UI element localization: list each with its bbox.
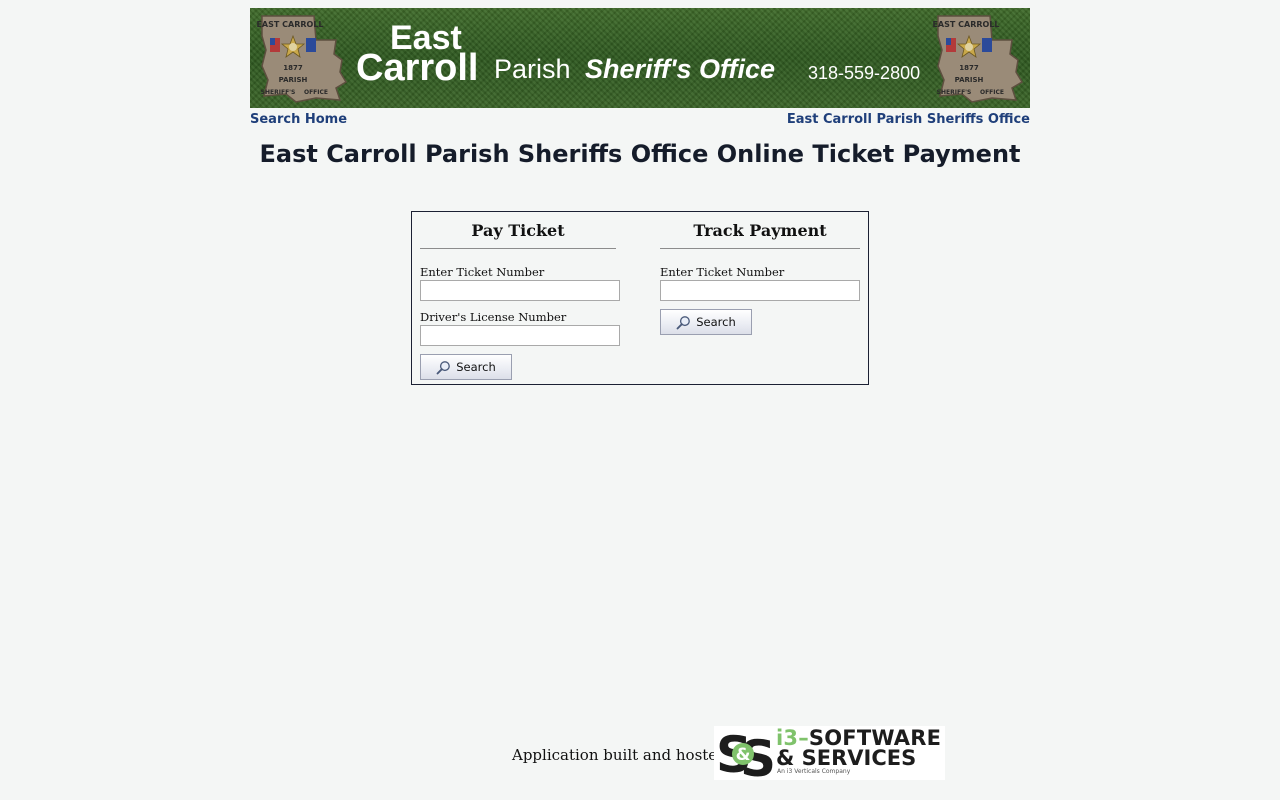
pay-ticket-search-label: Search	[456, 360, 496, 374]
track-payment-title: Track Payment	[693, 221, 827, 240]
magnifier-icon	[436, 360, 451, 374]
ss-monogram-icon: S S &	[716, 726, 774, 780]
seal-parish: PARISH	[955, 76, 984, 84]
seal-year: 1877	[959, 64, 979, 72]
pay-ticket-search-button[interactable]: Search	[420, 354, 512, 380]
banner-phone: 318-559-2800	[808, 63, 921, 83]
i3-software-services-logo[interactable]: S S & i3–SOFTWARE & SERVICES An i3 Verti…	[714, 726, 945, 780]
track-ticket-number-input[interactable]	[660, 280, 860, 301]
track-payment-divider	[660, 248, 860, 249]
magnifier-icon	[676, 315, 691, 329]
pay-ticket-title: Pay Ticket	[471, 221, 565, 240]
seal-bottom-left: SHERIFF'S	[261, 89, 296, 96]
sheriff-seal-left-icon: EAST CARROLL 1877 PARISH SHERIFF'S OFFIC…	[256, 10, 348, 106]
drivers-license-input[interactable]	[420, 325, 620, 346]
sheriff-seal-right-icon: EAST CARROLL 1877 PARISH SHERIFF'S OFFIC…	[932, 10, 1024, 106]
banner-sheriffs-office: Sheriff's Office	[585, 54, 775, 84]
seal-bottom-right: OFFICE	[980, 89, 1004, 96]
seal-top-text: EAST CARROLL	[256, 20, 323, 29]
seal-parish: PARISH	[279, 76, 308, 84]
track-ticket-number-label: Enter Ticket Number	[660, 265, 785, 279]
pay-ticket-number-label: Enter Ticket Number	[420, 265, 545, 279]
seal-year: 1877	[283, 64, 303, 72]
pay-ticket-divider	[420, 248, 616, 249]
ticket-panel: Pay Ticket Enter Ticket Number Driver's …	[411, 211, 869, 385]
sheriffs-office-link[interactable]: East Carroll Parish Sheriffs Office	[787, 112, 1030, 127]
svg-text:&: &	[736, 745, 751, 765]
logo-services: & SERVICES	[776, 746, 917, 770]
seal-top-text: EAST CARROLL	[932, 20, 999, 29]
page-title: East Carroll Parish Sheriffs Office Onli…	[259, 140, 1021, 168]
banner-carroll: Carroll	[356, 47, 479, 89]
seal-bottom-right: OFFICE	[304, 89, 328, 96]
track-payment-search-button[interactable]: Search	[660, 309, 752, 335]
track-payment-search-label: Search	[696, 315, 736, 329]
pay-ticket-number-input[interactable]	[420, 280, 620, 301]
search-home-link[interactable]: Search Home	[250, 112, 347, 127]
header-banner: EAST CARROLL 1877 PARISH SHERIFF'S OFFIC…	[250, 8, 1030, 108]
drivers-license-label: Driver's License Number	[420, 310, 567, 324]
seal-bottom-left: SHERIFF'S	[937, 89, 972, 96]
logo-tagline: An i3 Verticals Company	[777, 768, 851, 775]
banner-parish: Parish	[494, 54, 571, 84]
